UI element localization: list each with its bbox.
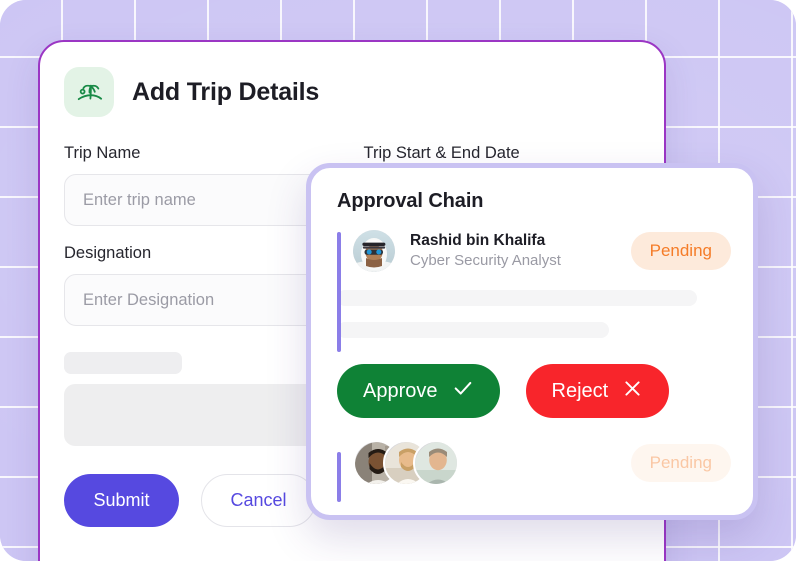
skeleton-detail-line-2 <box>337 322 609 338</box>
designation-input[interactable] <box>64 274 341 326</box>
approve-button[interactable]: Approve <box>337 364 500 418</box>
approval-actions: Approve Reject <box>311 338 753 418</box>
young-man-avatar <box>413 440 459 486</box>
screenshot-stage: Add Trip Details Trip Name Trip Start & … <box>0 0 796 561</box>
status-badge-pending-next: Pending <box>630 444 731 482</box>
approver-role: Cyber Security Analyst <box>410 251 561 269</box>
avatar-group[interactable] <box>353 440 459 486</box>
status-badge-pending: Pending <box>630 232 731 270</box>
approval-chain-card: Approval Chain Rashid bin Khalifa Cyber … <box>306 163 758 520</box>
submit-button[interactable]: Submit <box>64 474 179 527</box>
field-designation: Designation <box>64 244 341 326</box>
cancel-button[interactable]: Cancel <box>201 474 316 527</box>
skeleton-label-placeholder <box>64 352 182 374</box>
approver-row: Rashid bin Khalifa Cyber Security Analys… <box>311 213 753 272</box>
man-in-keffiyeh-avatar <box>353 230 395 272</box>
label-designation: Designation <box>64 244 152 262</box>
label-trip-dates: Trip Start & End Date <box>363 144 520 162</box>
next-approval-stage-row: Pending <box>311 418 753 486</box>
approver-details: Rashid bin Khalifa Cyber Security Analys… <box>410 231 561 271</box>
field-trip-name: Trip Name <box>64 144 341 226</box>
label-trip-name: Trip Name <box>64 144 141 162</box>
trip-name-input[interactable] <box>64 174 341 226</box>
page-title: Add Trip Details <box>132 77 320 106</box>
approval-chain-title: Approval Chain <box>337 190 484 212</box>
skeleton-detail-line-1 <box>337 290 697 306</box>
approve-button-label: Approve <box>363 379 438 402</box>
reject-button-label: Reject <box>551 379 609 402</box>
card-header: Add Trip Details <box>40 42 664 117</box>
close-icon <box>622 378 643 405</box>
palm-tree-island-icon <box>64 67 114 117</box>
approver-name: Rashid bin Khalifa <box>410 232 546 250</box>
reject-button[interactable]: Reject <box>525 364 670 418</box>
check-icon <box>452 377 474 405</box>
